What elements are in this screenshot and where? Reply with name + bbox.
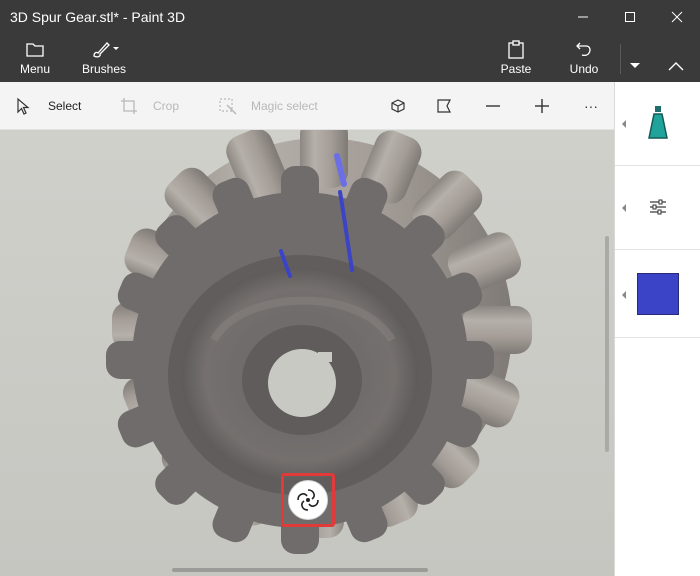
- brushes-button[interactable]: Brushes: [78, 34, 130, 82]
- folder-icon: [25, 38, 45, 60]
- brush-icon: [88, 38, 120, 60]
- more-label: ···: [584, 98, 598, 114]
- paste-label: Paste: [500, 62, 532, 76]
- side-panel: [614, 82, 700, 576]
- undo-icon: [574, 38, 594, 60]
- brushes-label: Brushes: [81, 62, 127, 76]
- crop-tool[interactable]: Crop: [120, 82, 179, 130]
- select-label: Select: [48, 99, 82, 113]
- zoom-in-button[interactable]: [530, 94, 554, 118]
- minimize-icon: [578, 16, 588, 18]
- history-dropdown[interactable]: [622, 34, 648, 82]
- color-section[interactable]: [615, 250, 700, 338]
- title-bar: 3D Spur Gear.stl* - Paint 3D: [0, 0, 700, 34]
- caret-left-icon: [622, 120, 626, 128]
- cursor-icon: [17, 97, 30, 115]
- undo-button[interactable]: Undo: [564, 34, 604, 82]
- chevron-down-icon: [630, 63, 640, 68]
- maximize-icon: [625, 12, 635, 22]
- brush-section[interactable]: [615, 82, 700, 166]
- marker-icon: [648, 106, 668, 139]
- minus-icon: [486, 105, 500, 107]
- maximize-button[interactable]: [607, 0, 653, 34]
- toolbar: Select Crop Magic select ···: [0, 82, 614, 130]
- ribbon: Menu Brushes Paste Undo: [0, 34, 700, 82]
- plus-icon: [535, 99, 549, 113]
- collapse-ribbon-button[interactable]: [658, 34, 694, 82]
- rotate-control-highlight: [281, 473, 335, 527]
- menu-button[interactable]: Menu: [12, 34, 58, 82]
- window-title: 3D Spur Gear.stl* - Paint 3D: [10, 9, 186, 25]
- caret-left-icon: [622, 291, 626, 299]
- magic-select-tool[interactable]: Magic select: [218, 82, 318, 130]
- close-button[interactable]: [654, 0, 700, 34]
- rotate-3d-icon: [297, 489, 319, 511]
- ribbon-divider: [620, 44, 621, 74]
- adjust-sliders-icon: [650, 199, 666, 215]
- crop-label: Crop: [153, 99, 180, 113]
- minimize-button[interactable]: [560, 0, 606, 34]
- paste-icon: [506, 38, 526, 60]
- magic-select-label: Magic select: [251, 99, 318, 113]
- 2d-view-button[interactable]: [432, 94, 456, 118]
- zoom-out-button[interactable]: [481, 94, 505, 118]
- horizontal-scrollbar[interactable]: [172, 568, 428, 572]
- 3d-view-button[interactable]: [386, 94, 410, 118]
- menu-label: Menu: [19, 62, 51, 76]
- close-icon: [671, 11, 683, 23]
- select-tool[interactable]: Select: [16, 82, 81, 130]
- flag-view-icon: [437, 99, 451, 113]
- chevron-up-icon: [668, 62, 684, 71]
- rotate-button[interactable]: [288, 480, 328, 520]
- caret-left-icon: [622, 204, 626, 212]
- crop-icon: [121, 98, 137, 114]
- more-options-button[interactable]: ···: [579, 94, 603, 118]
- magic-select-icon: [219, 98, 237, 115]
- paste-button[interactable]: Paste: [496, 34, 536, 82]
- color-swatch[interactable]: [637, 273, 679, 315]
- undo-label: Undo: [569, 62, 599, 76]
- settings-section[interactable]: [615, 166, 700, 250]
- cube-view-icon: [391, 99, 405, 113]
- vertical-scrollbar[interactable]: [605, 236, 609, 452]
